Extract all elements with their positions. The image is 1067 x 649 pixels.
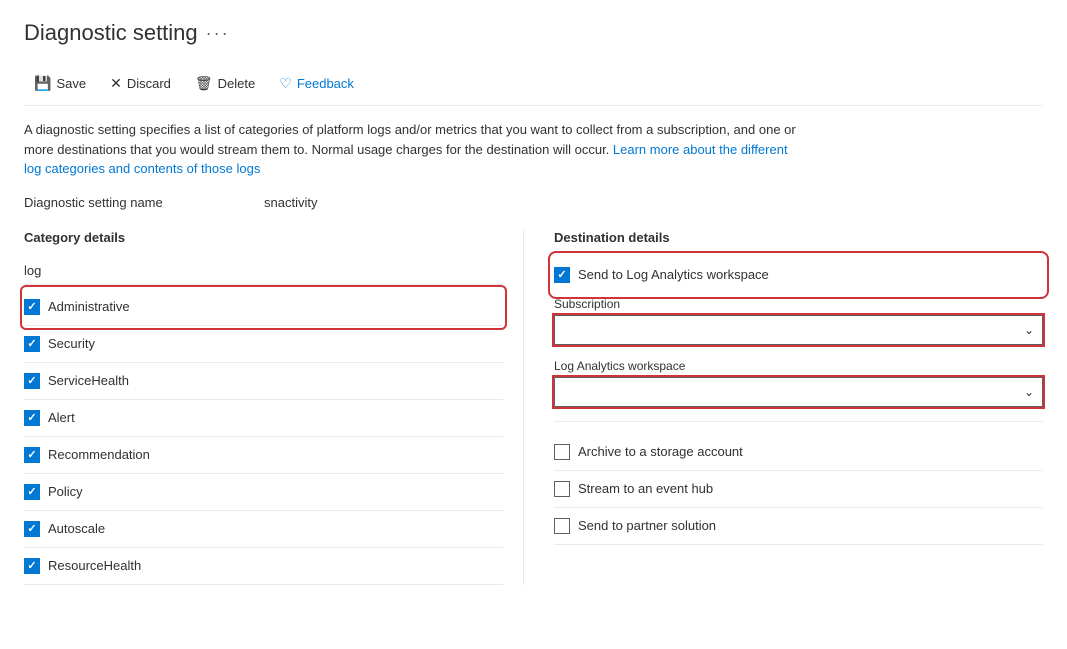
send-partner-solution-label: Send to partner solution	[578, 518, 716, 533]
title-ellipsis: ···	[206, 23, 230, 44]
setting-name-row: Diagnostic setting name snactivity	[24, 195, 1043, 210]
send-partner-solution-row: Send to partner solution	[554, 508, 1043, 545]
checkbox-send-log-analytics[interactable]	[554, 267, 570, 283]
right-panel: Destination details Send to Log Analytic…	[524, 230, 1043, 585]
toolbar: 💾 Save ✕ Discard 🗑 Delete ♡ Feedback	[24, 62, 1043, 106]
send-log-analytics-label: Send to Log Analytics workspace	[578, 267, 769, 282]
category-row-resourcehealth: ResourceHealth	[24, 548, 503, 585]
archive-storage-label: Archive to a storage account	[578, 444, 743, 459]
destination-details-title: Destination details	[554, 230, 1043, 245]
checkbox-archive-storage[interactable]	[554, 444, 570, 460]
subscription-label: Subscription	[554, 297, 1043, 311]
checkbox-send-partner-solution[interactable]	[554, 518, 570, 534]
discard-icon: ✕	[110, 75, 122, 92]
log-analytics-workspace-label: Log Analytics workspace	[554, 359, 1043, 373]
category-label-recommendation: Recommendation	[48, 447, 150, 462]
checkbox-resourcehealth[interactable]	[24, 558, 40, 574]
title-text: Diagnostic setting	[24, 20, 198, 46]
archive-storage-row: Archive to a storage account	[554, 434, 1043, 471]
checkbox-servicehealth[interactable]	[24, 373, 40, 389]
checkbox-stream-event-hub[interactable]	[554, 481, 570, 497]
destination-divider	[554, 421, 1043, 422]
main-content: Category details log Administrative Secu…	[24, 230, 1043, 585]
feedback-button[interactable]: ♡ Feedback	[269, 70, 364, 97]
category-label-security: Security	[48, 336, 95, 351]
feedback-label: Feedback	[297, 76, 354, 91]
category-row-autoscale: Autoscale	[24, 511, 503, 548]
save-icon: 💾	[34, 75, 51, 92]
discard-button[interactable]: ✕ Discard	[100, 70, 181, 97]
checkbox-autoscale[interactable]	[24, 521, 40, 537]
category-label-resourcehealth: ResourceHealth	[48, 558, 141, 573]
category-row-administrative: Administrative	[24, 289, 503, 326]
category-row-recommendation: Recommendation	[24, 437, 503, 474]
discard-label: Discard	[127, 76, 171, 91]
category-label-alert: Alert	[48, 410, 75, 425]
description-text: A diagnostic setting specifies a list of…	[24, 120, 804, 179]
page-title: Diagnostic setting ···	[24, 20, 1043, 46]
send-to-log-analytics-row: Send to Log Analytics workspace	[554, 257, 1043, 293]
category-row-alert: Alert	[24, 400, 503, 437]
category-row-security: Security	[24, 326, 503, 363]
stream-event-hub-row: Stream to an event hub	[554, 471, 1043, 508]
delete-icon: 🗑	[195, 75, 213, 92]
category-label-administrative: Administrative	[48, 299, 130, 314]
subscription-dropdown[interactable]: ⌄	[554, 315, 1043, 345]
feedback-icon: ♡	[279, 75, 292, 92]
setting-name-label: Diagnostic setting name	[24, 195, 184, 210]
log-analytics-workspace-field-group: Log Analytics workspace ⌄	[554, 359, 1043, 407]
checkbox-policy[interactable]	[24, 484, 40, 500]
log-header: log	[24, 257, 503, 285]
category-details-title: Category details	[24, 230, 503, 245]
checkbox-recommendation[interactable]	[24, 447, 40, 463]
category-row-servicehealth: ServiceHealth	[24, 363, 503, 400]
stream-event-hub-label: Stream to an event hub	[578, 481, 713, 496]
setting-name-value: snactivity	[264, 195, 317, 210]
checkbox-administrative[interactable]	[24, 299, 40, 315]
left-panel: Category details log Administrative Secu…	[24, 230, 524, 585]
save-button[interactable]: 💾 Save	[24, 70, 96, 97]
subscription-field-group: Subscription ⌄	[554, 297, 1043, 345]
delete-button[interactable]: 🗑 Delete	[185, 70, 265, 97]
category-row-policy: Policy	[24, 474, 503, 511]
save-label: Save	[56, 76, 86, 91]
category-label-servicehealth: ServiceHealth	[48, 373, 129, 388]
delete-label: Delete	[218, 76, 256, 91]
checkbox-security[interactable]	[24, 336, 40, 352]
subscription-chevron-icon: ⌄	[1024, 323, 1034, 337]
category-label-policy: Policy	[48, 484, 83, 499]
checkbox-alert[interactable]	[24, 410, 40, 426]
log-analytics-workspace-chevron-icon: ⌄	[1024, 385, 1034, 399]
log-analytics-workspace-dropdown[interactable]: ⌄	[554, 377, 1043, 407]
category-label-autoscale: Autoscale	[48, 521, 105, 536]
